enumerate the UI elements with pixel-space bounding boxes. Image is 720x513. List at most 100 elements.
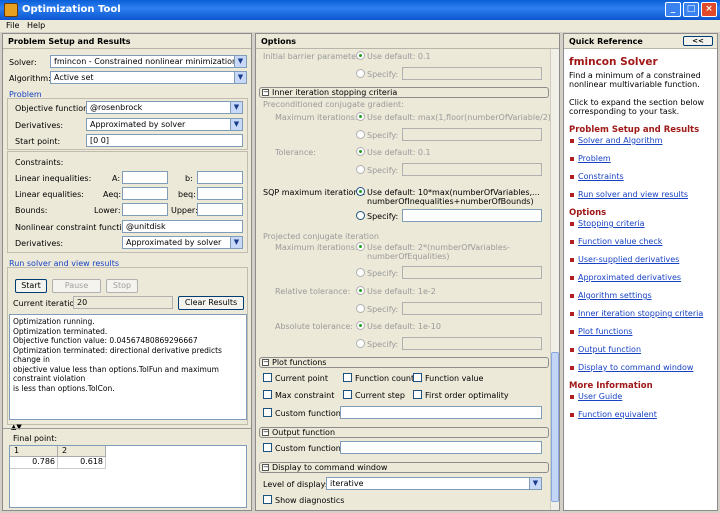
- lower-input[interactable]: [122, 203, 168, 216]
- plot-custom-label: Custom function:: [275, 409, 344, 418]
- nonlin-input[interactable]: @unitdisk: [122, 220, 243, 233]
- level-display-select[interactable]: iterative ▼: [326, 477, 542, 490]
- show-diagnostics-checkbox[interactable]: [263, 495, 272, 504]
- bullet-icon: [570, 157, 574, 161]
- splitter-arrows-icon[interactable]: ▲▼: [11, 423, 22, 431]
- link-function-equivalent[interactable]: Function equivalent: [578, 410, 657, 419]
- proj-max-specify-radio[interactable]: [356, 268, 365, 277]
- first-order-label: First order optimality: [425, 391, 509, 400]
- level-display-label: Level of display:: [263, 480, 328, 489]
- tol-default-text: Use default: 0.1: [367, 148, 431, 157]
- start-button[interactable]: Start: [15, 279, 47, 293]
- link-run-solver[interactable]: Run solver and view results: [578, 190, 688, 199]
- pause-button[interactable]: Pause: [52, 279, 101, 293]
- tol-specify-radio[interactable]: [356, 165, 365, 174]
- barrier-default-radio[interactable]: [356, 51, 365, 60]
- first-order-checkbox[interactable]: [413, 390, 422, 399]
- table-header-1[interactable]: 1: [10, 446, 58, 457]
- max-iter-specify-radio[interactable]: [356, 130, 365, 139]
- A-input[interactable]: [122, 171, 168, 184]
- ref-section-problem: Problem Setup and Results: [569, 125, 700, 135]
- close-button[interactable]: ×: [701, 2, 717, 17]
- link-user-derivatives[interactable]: User-supplied derivatives: [578, 255, 679, 264]
- link-approx-derivatives[interactable]: Approximated derivatives: [578, 273, 681, 282]
- proj-max-label: Maximum iterations:: [275, 243, 358, 252]
- current-point-checkbox[interactable]: [263, 373, 272, 382]
- link-display[interactable]: Display to command window: [578, 363, 693, 372]
- collapse-panel-button[interactable]: <<: [683, 36, 713, 46]
- start-point-input[interactable]: [0 0]: [86, 134, 243, 147]
- table-cell[interactable]: 0.786: [10, 457, 58, 469]
- clear-results-button[interactable]: Clear Results: [178, 296, 244, 310]
- output-custom-input[interactable]: [340, 441, 542, 454]
- algorithm-select[interactable]: Active set ▼: [50, 71, 247, 84]
- output-custom-checkbox[interactable]: [263, 443, 272, 452]
- solver-select[interactable]: fmincon - Constrained nonlinear minimiza…: [50, 55, 247, 68]
- link-stopping[interactable]: Stopping criteria: [578, 219, 645, 228]
- b-label: b:: [185, 174, 193, 183]
- plot-custom-input[interactable]: [340, 406, 542, 419]
- abs-tol-default-radio[interactable]: [356, 321, 365, 330]
- bullet-icon: [570, 366, 574, 370]
- derivatives-select[interactable]: Approximated by solver ▼: [86, 118, 243, 131]
- beq-input[interactable]: [197, 187, 243, 200]
- ref-section-more-info: More Information: [569, 381, 653, 391]
- func-value-checkbox[interactable]: [413, 373, 422, 382]
- sqp-specify-radio[interactable]: [356, 211, 365, 220]
- max-constraint-checkbox[interactable]: [263, 390, 272, 399]
- abs-tol-specify-input[interactable]: [402, 337, 542, 350]
- minimize-button[interactable]: _: [665, 2, 681, 17]
- table-cell[interactable]: 0.618: [58, 457, 106, 469]
- menu-help[interactable]: Help: [27, 21, 45, 30]
- barrier-specify-radio[interactable]: [356, 69, 365, 78]
- derivatives-value: Approximated by solver: [90, 120, 186, 129]
- deriv2-select[interactable]: Approximated by solver ▼: [122, 236, 243, 249]
- link-user-guide[interactable]: User Guide: [578, 392, 622, 401]
- link-inner-iteration[interactable]: Inner iteration stopping criteria: [578, 309, 703, 318]
- options-scrollbar-thumb[interactable]: [551, 352, 559, 502]
- bullet-icon: [570, 139, 574, 143]
- link-constraints[interactable]: Constraints: [578, 172, 624, 181]
- rel-tol-default-radio[interactable]: [356, 286, 365, 295]
- options-panel: Options Initial barrier parameter: Use d…: [255, 33, 560, 511]
- link-solver-algorithm[interactable]: Solver and Algorithm: [578, 136, 662, 145]
- output-function-section[interactable]: − Output function: [259, 427, 549, 438]
- splitter[interactable]: [3, 428, 251, 429]
- Aeq-input[interactable]: [122, 187, 168, 200]
- options-scrollbar[interactable]: [550, 49, 559, 510]
- link-algorithm-settings[interactable]: Algorithm settings: [578, 291, 652, 300]
- sqp-default-radio[interactable]: [356, 187, 365, 196]
- sqp-specify-input[interactable]: [402, 209, 542, 222]
- proj-max-specify-input[interactable]: [402, 266, 542, 279]
- stop-button[interactable]: Stop: [106, 279, 138, 293]
- max-iter-default-text: Use default: max(1,floor(numberOfVariabl…: [367, 113, 555, 122]
- abs-tol-specify-radio[interactable]: [356, 339, 365, 348]
- plot-functions-section[interactable]: − Plot functions: [259, 357, 549, 368]
- maximize-button[interactable]: □: [683, 2, 699, 17]
- menu-file[interactable]: File: [6, 21, 19, 30]
- max-iter-default-radio[interactable]: [356, 112, 365, 121]
- inner-iteration-section[interactable]: − Inner iteration stopping criteria: [259, 87, 549, 98]
- link-plot-functions[interactable]: Plot functions: [578, 327, 632, 336]
- app-icon: [4, 3, 18, 17]
- output-text-area[interactable]: Optimization running. Optimization termi…: [9, 314, 247, 420]
- barrier-specify-input[interactable]: [402, 67, 542, 80]
- link-func-value-check[interactable]: Function value check: [578, 237, 662, 246]
- tol-default-radio[interactable]: [356, 147, 365, 156]
- proj-max-default-radio[interactable]: [356, 242, 365, 251]
- display-section[interactable]: − Display to command window: [259, 462, 549, 473]
- rel-tol-specify-radio[interactable]: [356, 304, 365, 313]
- rel-tol-specify-input[interactable]: [402, 302, 542, 315]
- upper-input[interactable]: [197, 203, 243, 216]
- link-output-function[interactable]: Output function: [578, 345, 641, 354]
- max-iter-specify-input[interactable]: [402, 128, 542, 141]
- link-problem[interactable]: Problem: [578, 154, 611, 163]
- current-step-checkbox[interactable]: [343, 390, 352, 399]
- objective-combo[interactable]: @rosenbrock ▼: [86, 101, 243, 114]
- table-header-2[interactable]: 2: [58, 446, 106, 457]
- func-count-checkbox[interactable]: [343, 373, 352, 382]
- b-input[interactable]: [197, 171, 243, 184]
- solver-label: Solver:: [9, 58, 37, 67]
- plot-custom-checkbox[interactable]: [263, 408, 272, 417]
- tol-specify-input[interactable]: [402, 163, 542, 176]
